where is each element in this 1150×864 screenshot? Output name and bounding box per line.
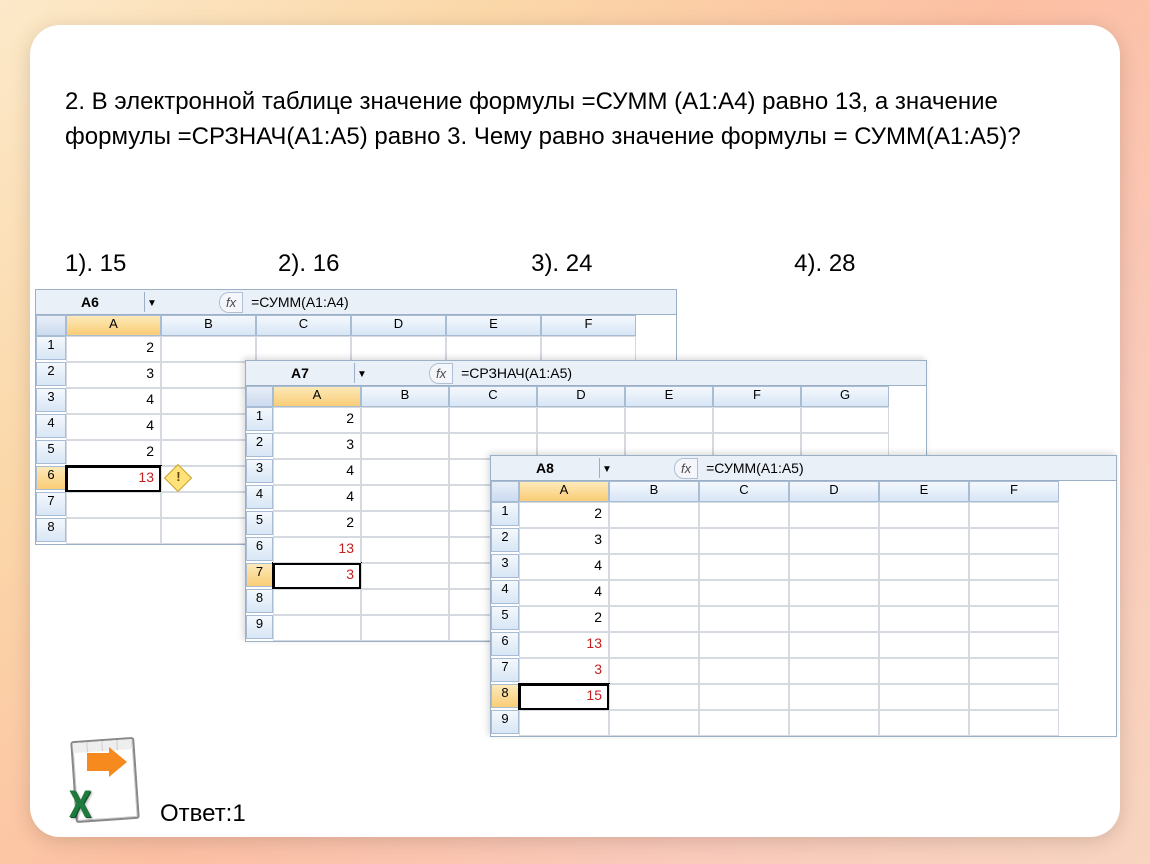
excel-file-icon: X bbox=[55, 745, 145, 830]
row-header[interactable]: 7 bbox=[246, 563, 273, 587]
col-header[interactable]: E bbox=[625, 386, 713, 407]
row-header[interactable]: 8 bbox=[36, 518, 66, 542]
cell-selected[interactable]: 3 bbox=[273, 563, 361, 589]
cell[interactable]: 3 bbox=[519, 658, 609, 684]
row-header[interactable]: 9 bbox=[246, 615, 273, 639]
row-header[interactable]: 7 bbox=[36, 492, 66, 516]
row-header[interactable]: 4 bbox=[246, 485, 273, 509]
cell-selected[interactable]: 13 bbox=[66, 466, 161, 492]
answer-label: Ответ:1 bbox=[160, 800, 246, 828]
row-header[interactable]: 1 bbox=[491, 502, 519, 526]
col-header[interactable]: F bbox=[713, 386, 801, 407]
row-header[interactable]: 6 bbox=[36, 466, 66, 490]
row-header[interactable]: 8 bbox=[246, 589, 273, 613]
cell[interactable]: 2 bbox=[273, 407, 361, 433]
slide: 2. В электронной таблице значение формул… bbox=[30, 25, 1120, 837]
row-header[interactable]: 3 bbox=[246, 459, 273, 483]
fx-icon[interactable]: fx bbox=[219, 292, 243, 313]
col-header[interactable]: C bbox=[699, 481, 789, 502]
row-header[interactable]: 5 bbox=[491, 606, 519, 630]
row-header[interactable]: 5 bbox=[36, 440, 66, 464]
fx-icon[interactable]: fx bbox=[674, 458, 698, 479]
col-header[interactable]: F bbox=[969, 481, 1059, 502]
col-header[interactable]: A bbox=[66, 315, 161, 336]
col-header[interactable]: G bbox=[801, 386, 889, 407]
chevron-down-icon[interactable]: ▼ bbox=[600, 461, 614, 475]
cell[interactable]: 2 bbox=[66, 336, 161, 362]
fx-icon[interactable]: fx bbox=[429, 363, 453, 384]
col-header[interactable]: E bbox=[879, 481, 969, 502]
row-header[interactable]: 3 bbox=[36, 388, 66, 412]
option-4: 4). 28 bbox=[794, 250, 855, 278]
row-header[interactable]: 1 bbox=[246, 407, 273, 431]
answer-options: 1). 15 2). 16 3). 24 4). 28 bbox=[65, 250, 856, 278]
row-header[interactable]: 3 bbox=[491, 554, 519, 578]
cell[interactable]: 2 bbox=[519, 606, 609, 632]
col-header[interactable]: A bbox=[519, 481, 609, 502]
col-header[interactable]: C bbox=[449, 386, 537, 407]
question-text: 2. В электронной таблице значение формул… bbox=[65, 85, 1075, 155]
formula-bar[interactable]: =СУММ(A1:A4) bbox=[243, 292, 357, 312]
chevron-down-icon[interactable]: ▼ bbox=[355, 366, 369, 380]
excel-window-3: A8 ▼ fx =СУММ(A1:A5) A B C D E F 12 23 3… bbox=[490, 455, 1117, 737]
row-header[interactable]: 6 bbox=[246, 537, 273, 561]
cell[interactable]: 4 bbox=[519, 554, 609, 580]
option-2: 2). 16 bbox=[278, 250, 339, 278]
cell[interactable]: 13 bbox=[273, 537, 361, 563]
cell[interactable]: 2 bbox=[519, 502, 609, 528]
row-header[interactable]: 6 bbox=[491, 632, 519, 656]
col-header[interactable]: D bbox=[789, 481, 879, 502]
cell[interactable]: 4 bbox=[273, 459, 361, 485]
name-box[interactable]: A8 bbox=[491, 458, 600, 478]
row-header[interactable]: 5 bbox=[246, 511, 273, 535]
row-header[interactable]: 8 bbox=[491, 684, 519, 708]
grid[interactable]: A B C D E F 12 23 34 44 52 613 73 815 9 bbox=[491, 481, 1116, 736]
cell[interactable]: 13 bbox=[519, 632, 609, 658]
row-header[interactable]: 4 bbox=[491, 580, 519, 604]
col-header[interactable]: B bbox=[361, 386, 449, 407]
row-header[interactable]: 7 bbox=[491, 658, 519, 682]
row-header[interactable]: 2 bbox=[36, 362, 66, 386]
cell[interactable]: 4 bbox=[66, 388, 161, 414]
col-header[interactable]: D bbox=[537, 386, 625, 407]
cell[interactable]: 4 bbox=[519, 580, 609, 606]
cell[interactable]: 3 bbox=[519, 528, 609, 554]
col-header[interactable]: D bbox=[351, 315, 446, 336]
col-header[interactable]: C bbox=[256, 315, 351, 336]
cell[interactable]: 4 bbox=[66, 414, 161, 440]
option-3: 3). 24 bbox=[531, 250, 592, 278]
row-header[interactable]: 1 bbox=[36, 336, 66, 360]
col-header[interactable]: A bbox=[273, 386, 361, 407]
col-header[interactable]: E bbox=[446, 315, 541, 336]
cell[interactable]: 2 bbox=[66, 440, 161, 466]
col-header[interactable]: B bbox=[161, 315, 256, 336]
row-header[interactable]: 4 bbox=[36, 414, 66, 438]
name-box[interactable]: A6 bbox=[36, 292, 145, 312]
name-box[interactable]: A7 bbox=[246, 363, 355, 383]
col-header[interactable]: F bbox=[541, 315, 636, 336]
cell-selected[interactable]: 15 bbox=[519, 684, 609, 710]
cell[interactable]: 3 bbox=[273, 433, 361, 459]
row-header[interactable]: 2 bbox=[491, 528, 519, 552]
row-header[interactable]: 9 bbox=[491, 710, 519, 734]
formula-bar[interactable]: =СУММ(A1:A5) bbox=[698, 458, 812, 478]
cell[interactable]: 2 bbox=[273, 511, 361, 537]
option-1: 1). 15 bbox=[65, 250, 126, 278]
col-header[interactable]: B bbox=[609, 481, 699, 502]
cell[interactable]: 3 bbox=[66, 362, 161, 388]
chevron-down-icon[interactable]: ▼ bbox=[145, 295, 159, 309]
formula-bar[interactable]: =СРЗНАЧ(A1:A5) bbox=[453, 363, 580, 383]
cell[interactable]: 4 bbox=[273, 485, 361, 511]
row-header[interactable]: 2 bbox=[246, 433, 273, 457]
